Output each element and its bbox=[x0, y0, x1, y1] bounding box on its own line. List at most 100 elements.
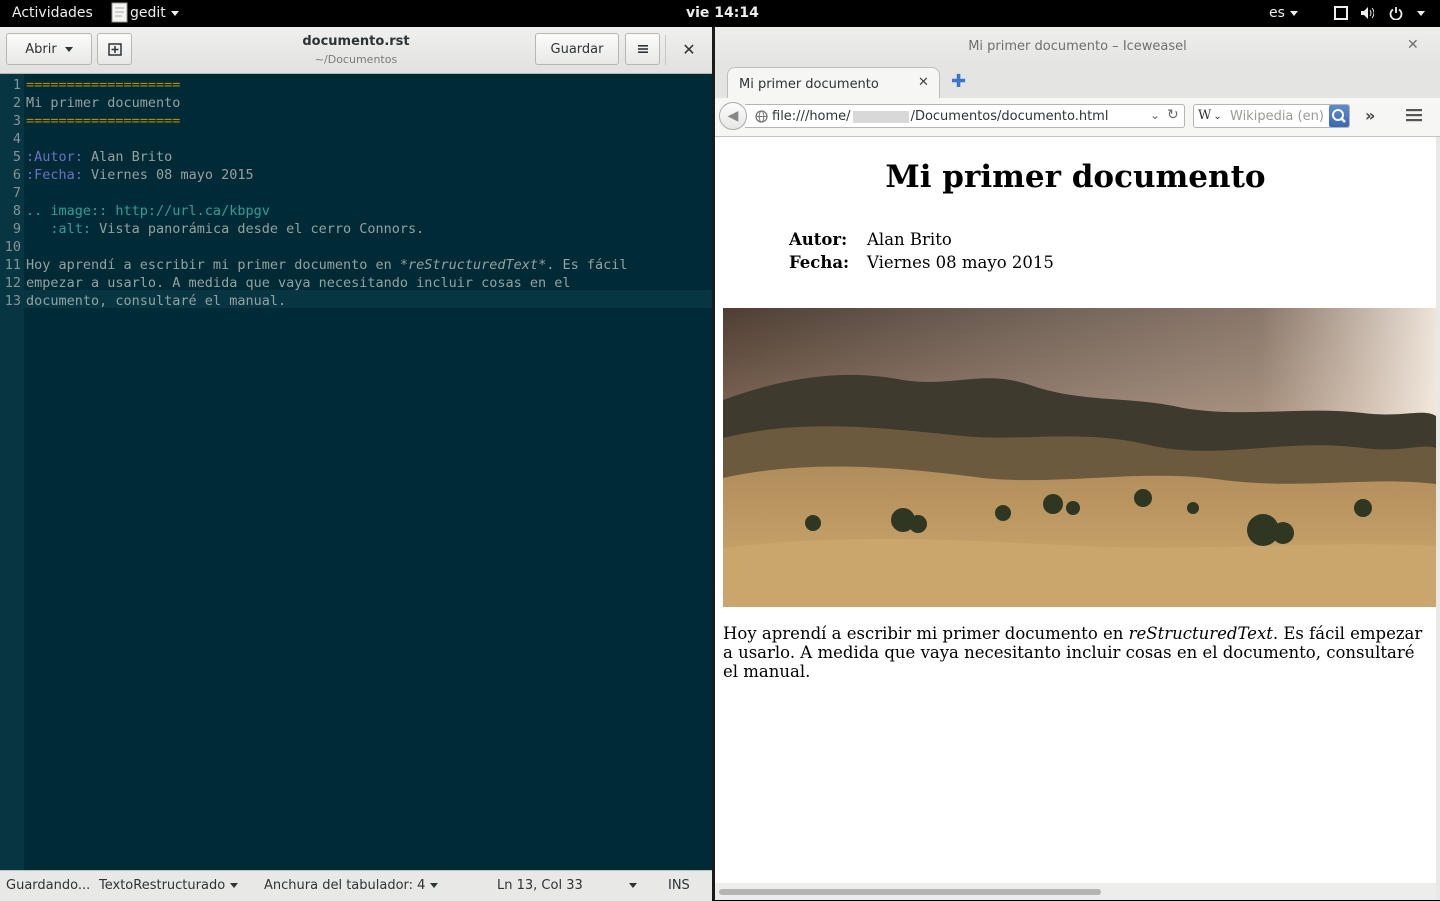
input-language[interactable]: es bbox=[1269, 5, 1298, 21]
url-suffix: /Documentos/documento.html bbox=[910, 109, 1109, 124]
tab-active[interactable]: Mi primer documento ✕ bbox=[727, 67, 940, 99]
author-value: Alan Brito bbox=[867, 230, 952, 249]
language-label: TextoRestructurado bbox=[99, 878, 226, 893]
tab-width-selector[interactable]: Anchura del tabulador: 4 bbox=[264, 878, 439, 893]
line-number: 7 bbox=[12, 185, 21, 201]
code-line[interactable]: :Autor: Alan Brito bbox=[26, 148, 172, 166]
search-bar[interactable]: W ⌄ Wikipedia (en) bbox=[1193, 104, 1350, 128]
language-selector[interactable]: TextoRestructurado bbox=[99, 878, 239, 893]
chevron-down-icon bbox=[230, 883, 239, 888]
menu-icon[interactable] bbox=[1403, 104, 1425, 126]
back-button[interactable]: ◀ bbox=[719, 102, 747, 130]
activities-button[interactable]: Actividades bbox=[12, 5, 93, 21]
toolbar-overflow-icon[interactable]: » bbox=[1365, 106, 1375, 125]
code-token: Hoy aprendí a escribir mi primer documen… bbox=[26, 257, 409, 273]
code-token: :alt: bbox=[26, 221, 92, 237]
open-label: Abrir bbox=[25, 41, 57, 57]
wikipedia-icon[interactable]: W ⌄ bbox=[1198, 108, 1222, 123]
search-icon bbox=[1332, 109, 1346, 123]
redacted-username bbox=[852, 110, 909, 123]
code-token: .. image:: http://url.ca/kbpgv bbox=[26, 203, 270, 219]
code-token: :Fecha: bbox=[26, 167, 83, 183]
text-editor[interactable]: =================== Mi primer documento ==… bbox=[24, 74, 712, 870]
volume-icon[interactable] bbox=[1360, 6, 1374, 20]
url-prefix: file:///home/ bbox=[772, 109, 851, 124]
search-button[interactable] bbox=[1329, 105, 1349, 127]
open-button[interactable]: Abrir bbox=[6, 33, 92, 65]
page-content: Mi primer documento Autor: Alan Brito Fe… bbox=[715, 137, 1436, 883]
line-number-gutter: 1 2 3 4 5 6 7 8 9 10 11 12 13 bbox=[0, 74, 24, 870]
history-dropdown-icon[interactable]: ⌄ bbox=[1150, 108, 1160, 122]
paragraph: Hoy aprendí a escribir mi primer documen… bbox=[723, 624, 1428, 681]
code-line[interactable]: =================== bbox=[26, 112, 180, 130]
globe-icon bbox=[755, 110, 768, 123]
code-line[interactable]: :Fecha: Viernes 08 mayo 2015 bbox=[26, 166, 254, 184]
search-engine-label: W bbox=[1198, 108, 1212, 123]
window-icon[interactable] bbox=[1334, 6, 1348, 20]
paragraph-emphasis: reStructuredText bbox=[1128, 624, 1273, 643]
position-menu-chevron-icon[interactable] bbox=[624, 878, 637, 893]
close-icon: ✕ bbox=[1407, 37, 1419, 53]
new-tab-button[interactable] bbox=[97, 33, 132, 65]
language-label: es bbox=[1269, 5, 1285, 21]
line-number: 4 bbox=[12, 131, 21, 147]
url-text: file:///home/ /Documentos/documento.html bbox=[772, 109, 1108, 124]
chevron-down-icon: ⌄ bbox=[1213, 111, 1222, 122]
line-number: 13 bbox=[4, 293, 21, 309]
browser-window: Mi primer documento – Iceweasel ✕ Mi pri… bbox=[715, 27, 1440, 900]
close-window-button[interactable]: ✕ bbox=[1407, 37, 1419, 53]
browser-title-bar: Mi primer documento – Iceweasel ✕ bbox=[715, 27, 1440, 65]
close-tab-icon[interactable]: ✕ bbox=[918, 75, 929, 90]
scrollbar-thumb[interactable] bbox=[719, 889, 1101, 895]
date-value: Viernes 08 mayo 2015 bbox=[867, 253, 1054, 272]
tab-label: Mi primer documento bbox=[739, 77, 879, 92]
new-document-icon bbox=[107, 43, 122, 56]
reload-icon[interactable]: ↻ bbox=[1167, 107, 1179, 123]
power-icon[interactable] bbox=[1389, 6, 1403, 20]
chevron-down-icon bbox=[64, 46, 73, 52]
save-button[interactable]: Guardar bbox=[535, 33, 619, 65]
code-token: *. Es fácil bbox=[538, 257, 628, 273]
app-name: gedit bbox=[130, 5, 166, 21]
horizontal-scrollbar[interactable] bbox=[715, 883, 1436, 900]
hamburger-menu-button[interactable] bbox=[625, 33, 660, 65]
code-token: reStructuredText bbox=[408, 257, 539, 273]
close-icon: ✕ bbox=[682, 39, 696, 59]
top-bar: Actividades gedit vie 14:14 es bbox=[0, 0, 1440, 27]
header-separator bbox=[665, 35, 666, 65]
code-line[interactable]: documento, consultaré el manual. bbox=[26, 292, 286, 310]
code-line[interactable]: =================== bbox=[26, 76, 180, 94]
code-line[interactable]: .. image:: http://url.ca/kbpgv bbox=[26, 202, 270, 220]
code-token: =================== bbox=[26, 113, 181, 129]
document-path: ~/Documentos bbox=[314, 53, 398, 66]
app-menu[interactable]: gedit bbox=[110, 2, 179, 24]
code-line[interactable]: Mi primer documento bbox=[26, 94, 180, 112]
author-key: Autor: bbox=[789, 230, 848, 249]
new-tab-icon[interactable]: ✚ bbox=[951, 71, 966, 92]
code-token: Mi primer documento bbox=[26, 95, 181, 111]
line-number: 9 bbox=[12, 221, 21, 237]
line-number: 6 bbox=[12, 167, 21, 183]
search-placeholder: Wikipedia (en) bbox=[1230, 109, 1324, 124]
panorama-image bbox=[723, 308, 1436, 607]
line-number: 11 bbox=[4, 257, 21, 273]
vertical-scrollbar[interactable] bbox=[1436, 137, 1440, 900]
page-title: Mi primer documento bbox=[885, 159, 1266, 195]
url-bar[interactable]: file:///home//Documentos/documento.html … bbox=[745, 104, 1185, 128]
code-token: =================== bbox=[26, 77, 181, 93]
line-number: 10 bbox=[4, 239, 21, 255]
code-token: empezar a usarlo. A medida que vaya nece… bbox=[26, 275, 571, 291]
system-menu-chevron-icon[interactable] bbox=[1412, 5, 1425, 21]
line-number: 1 bbox=[12, 77, 21, 93]
code-token: documento, consultaré el manual. bbox=[26, 293, 287, 309]
chevron-down-icon bbox=[1289, 10, 1298, 16]
code-line[interactable]: empezar a usarlo. A medida que vaya nece… bbox=[26, 274, 571, 292]
window-title: Mi primer documento – Iceweasel bbox=[968, 39, 1187, 54]
code-line[interactable]: :alt: Vista panorámica desde el cerro Co… bbox=[26, 220, 424, 238]
line-number: 3 bbox=[12, 113, 21, 129]
code-line[interactable]: Hoy aprendí a escribir mi primer documen… bbox=[26, 256, 627, 274]
cursor-position: Ln 13, Col 33 bbox=[497, 878, 583, 893]
close-window-button[interactable]: ✕ bbox=[676, 35, 702, 63]
status-bar: Guardando... TextoRestructurado Anchura … bbox=[0, 870, 712, 901]
clock[interactable]: vie 14:14 bbox=[686, 5, 759, 21]
